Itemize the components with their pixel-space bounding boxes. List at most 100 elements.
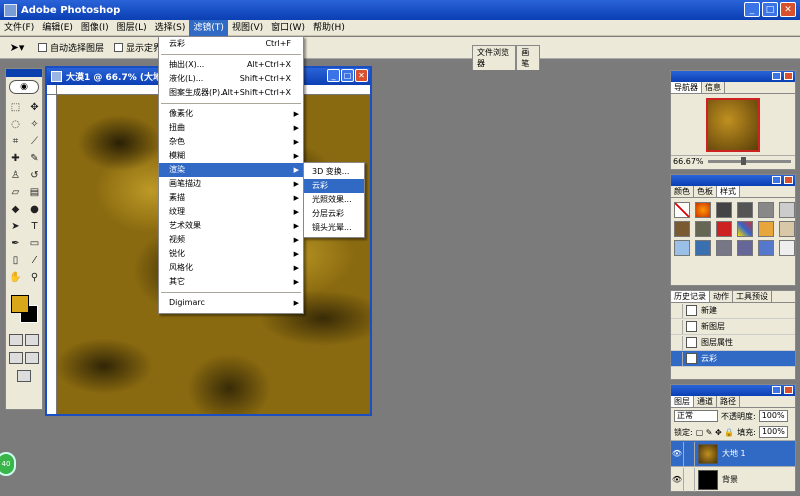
style-swatch[interactable] (758, 202, 774, 218)
style-swatch[interactable] (779, 202, 795, 218)
zoom-slider[interactable] (707, 157, 791, 165)
menu-item-digimarc[interactable]: Digimarc ▶ (159, 296, 303, 310)
style-swatch[interactable] (674, 221, 690, 237)
minimize-icon[interactable]: _ (744, 2, 760, 17)
style-swatch[interactable] (695, 202, 711, 218)
menu-item-distort[interactable]: 扭曲 ▶ (159, 121, 303, 135)
panel-close-icon[interactable] (784, 176, 793, 184)
lock-icons[interactable]: ▢ ✎ ✥ 🔒 (696, 428, 735, 437)
tab-styles[interactable]: 样式 (717, 186, 740, 197)
zoom-tool-icon[interactable]: ⚲ (26, 269, 43, 285)
history-item[interactable]: 云彩 (671, 351, 795, 367)
style-swatch[interactable] (695, 240, 711, 256)
maximize-icon[interactable]: □ (762, 2, 778, 17)
doc-maximize-icon[interactable]: □ (341, 69, 354, 82)
tab-info[interactable]: 信息 (702, 82, 725, 93)
tab-navigator[interactable]: 导航器 (671, 82, 702, 93)
screen-mode-standard-icon[interactable] (9, 352, 23, 364)
eye-icon[interactable]: 👁 (671, 475, 683, 484)
menu-help[interactable]: 帮助(H) (309, 20, 349, 36)
doc-minimize-icon[interactable]: _ (327, 69, 340, 82)
menu-item-sketch[interactable]: 素描 ▶ (159, 191, 303, 205)
slice-tool-icon[interactable]: ⟋ (26, 133, 43, 149)
menu-item-last-filter[interactable]: 云彩 Ctrl+F (159, 37, 303, 51)
type-tool-icon[interactable]: T (26, 218, 43, 234)
menu-item-pattern-maker[interactable]: 图案生成器(P)... Alt+Shift+Ctrl+X (159, 86, 303, 100)
layer-link-slot[interactable] (683, 441, 695, 466)
menu-item-pixelate[interactable]: 像素化 ▶ (159, 107, 303, 121)
standard-mode-icon[interactable] (9, 334, 23, 346)
style-swatch[interactable] (779, 240, 795, 256)
tab-paths[interactable]: 路径 (717, 396, 740, 407)
submenu-item-clouds[interactable]: 云彩 (304, 179, 364, 193)
panel-close-icon[interactable] (784, 386, 793, 394)
quick-mask-icon[interactable] (25, 334, 39, 346)
fill-input[interactable]: 100% (758, 426, 788, 438)
gradient-tool-icon[interactable]: ▤ (26, 184, 43, 200)
brush-tool-icon[interactable]: ✎ (26, 150, 43, 166)
lasso-tool-icon[interactable]: ◌ (7, 116, 24, 132)
menu-filter[interactable]: 滤镜(T) (189, 19, 228, 36)
layer-link-slot[interactable] (683, 467, 695, 492)
healing-brush-tool-icon[interactable]: ✚ (7, 150, 24, 166)
path-selection-tool-icon[interactable]: ➤ (7, 218, 24, 234)
panel-minimize-icon[interactable] (772, 386, 781, 394)
pen-tool-icon[interactable]: ✒ (7, 235, 24, 251)
history-brush-source[interactable] (671, 303, 683, 318)
menu-item-other[interactable]: 其它 ▶ (159, 275, 303, 289)
marquee-tool-icon[interactable]: ⬚ (7, 99, 24, 115)
style-swatch[interactable] (758, 240, 774, 256)
submenu-item-3d-transform[interactable]: 3D 变换... (304, 165, 364, 179)
notes-tool-icon[interactable]: ▯ (7, 252, 24, 268)
dodge-tool-icon[interactable]: ● (26, 201, 43, 217)
tab-tool-presets[interactable]: 工具预设 (733, 291, 772, 302)
style-swatch[interactable] (695, 221, 711, 237)
tab-swatches[interactable]: 色板 (694, 186, 717, 197)
auto-select-checkbox[interactable]: 自动选择图层 (38, 41, 104, 54)
history-brush-tool-icon[interactable]: ↺ (26, 167, 43, 183)
jump-to-imageready-icon[interactable] (17, 370, 31, 382)
style-swatch[interactable] (758, 221, 774, 237)
menu-item-sharpen[interactable]: 锐化 ▶ (159, 247, 303, 261)
menu-view[interactable]: 视图(V) (228, 20, 267, 36)
style-swatch[interactable] (737, 202, 753, 218)
screen-mode-full-icon[interactable] (25, 352, 39, 364)
magic-wand-tool-icon[interactable]: ✧ (26, 116, 43, 132)
menu-image[interactable]: 图像(I) (77, 20, 113, 36)
style-swatch[interactable] (779, 221, 795, 237)
clone-stamp-tool-icon[interactable]: ♙ (7, 167, 24, 183)
style-swatch[interactable] (737, 240, 753, 256)
menu-item-video[interactable]: 视频 ▶ (159, 233, 303, 247)
history-item[interactable]: 新建 (671, 303, 795, 319)
history-brush-source[interactable] (671, 351, 683, 366)
menu-layer[interactable]: 图层(L) (113, 20, 151, 36)
tab-actions[interactable]: 动作 (710, 291, 733, 302)
shape-tool-icon[interactable]: ▭ (26, 235, 43, 251)
tab-history[interactable]: 历史记录 (671, 291, 710, 302)
panel-close-icon[interactable] (784, 72, 793, 80)
style-swatch[interactable] (716, 202, 732, 218)
move-tool-icon[interactable]: ✥ (26, 99, 43, 115)
vertical-ruler[interactable] (47, 95, 57, 414)
layer-row[interactable]: 👁 大地 1 (671, 440, 795, 466)
crop-tool-icon[interactable]: ⌗ (7, 133, 24, 149)
hand-tool-icon[interactable]: ✋ (7, 269, 24, 285)
menu-window[interactable]: 窗口(W) (267, 20, 309, 36)
style-swatch[interactable] (737, 221, 753, 237)
history-item[interactable]: 新图层 (671, 319, 795, 335)
tab-brushes[interactable]: 画笔 (516, 45, 540, 70)
menu-select[interactable]: 选择(S) (151, 20, 190, 36)
menu-item-render[interactable]: 渲染 ▶ (159, 163, 303, 177)
close-icon[interactable]: ✕ (780, 2, 796, 17)
move-tool-preset-icon[interactable]: ➤▾ (6, 40, 28, 56)
submenu-item-difference-clouds[interactable]: 分层云彩 (304, 207, 364, 221)
menu-item-brush-strokes[interactable]: 画笔描边 ▶ (159, 177, 303, 191)
history-brush-source[interactable] (671, 319, 683, 334)
panel-minimize-icon[interactable] (772, 72, 781, 80)
navigator-thumbnail[interactable] (706, 98, 760, 152)
layer-row[interactable]: 👁 背景 (671, 466, 795, 492)
tab-color[interactable]: 颜色 (671, 186, 694, 197)
tab-file-browser[interactable]: 文件浏览器 (472, 45, 517, 70)
menu-item-liquify[interactable]: 液化(L)... Shift+Ctrl+X (159, 72, 303, 86)
menu-file[interactable]: 文件(F) (0, 20, 38, 36)
